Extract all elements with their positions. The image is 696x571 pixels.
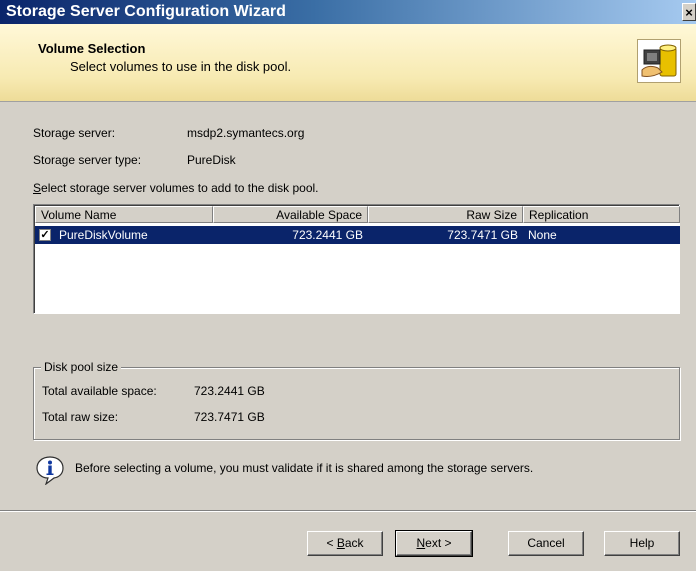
close-button[interactable]: ×: [682, 3, 696, 21]
title-bar: Storage Server Configuration Wizard ×: [0, 0, 696, 24]
volume-list[interactable]: Volume Name Available Space Raw Size Rep…: [33, 204, 680, 314]
info-icon: [35, 455, 65, 486]
header-separator: [0, 101, 696, 102]
cancel-button[interactable]: Cancel: [508, 531, 584, 556]
storage-server-icon: [637, 39, 681, 83]
disk-pool-size-group: [33, 367, 680, 440]
total-available-space-label: Total available space:: [42, 384, 157, 398]
volume-name-cell: PureDiskVolume: [59, 228, 148, 242]
raw-size-cell: 723.7471 GB: [447, 228, 518, 242]
volume-list-header: Volume Name Available Space Raw Size Rep…: [35, 206, 680, 223]
next-button[interactable]: Next >: [395, 530, 473, 557]
storage-server-label: Storage server:: [33, 126, 116, 140]
storage-server-type-label: Storage server type:: [33, 153, 142, 167]
total-available-space-value: 723.2441 GB: [194, 384, 265, 398]
column-header-raw-size[interactable]: Raw Size: [368, 206, 523, 223]
page-title: Volume Selection: [38, 41, 146, 56]
available-space-cell: 723.2441 GB: [292, 228, 363, 242]
footer-separator: [0, 510, 696, 512]
disk-pool-size-title: Disk pool size: [41, 360, 122, 374]
total-raw-size-label: Total raw size:: [42, 410, 119, 424]
checkmark-icon: ✓: [40, 229, 50, 241]
table-row[interactable]: ✓ PureDiskVolume 723.2441 GB 723.7471 GB…: [35, 226, 680, 244]
wizard-header: Volume Selection Select volumes to use i…: [0, 24, 696, 102]
info-message: Before selecting a volume, you must vali…: [75, 461, 534, 475]
column-header-replication[interactable]: Replication: [523, 206, 680, 223]
storage-server-type-value: PureDisk: [187, 153, 236, 167]
column-header-available-space[interactable]: Available Space: [213, 206, 368, 223]
back-button[interactable]: < Back: [307, 531, 383, 556]
volume-checkbox[interactable]: ✓: [39, 229, 51, 241]
page-subtitle: Select volumes to use in the disk pool.: [70, 59, 292, 74]
column-header-volume-name[interactable]: Volume Name: [35, 206, 213, 223]
window-title: Storage Server Configuration Wizard: [6, 3, 286, 20]
total-raw-size-value: 723.7471 GB: [194, 410, 265, 424]
close-icon: ×: [685, 5, 693, 20]
storage-server-value: msdp2.symantecs.org: [187, 126, 305, 140]
replication-cell: None: [528, 228, 557, 242]
volume-select-prompt: Select storage server volumes to add to …: [33, 181, 319, 195]
help-button[interactable]: Help: [604, 531, 680, 556]
